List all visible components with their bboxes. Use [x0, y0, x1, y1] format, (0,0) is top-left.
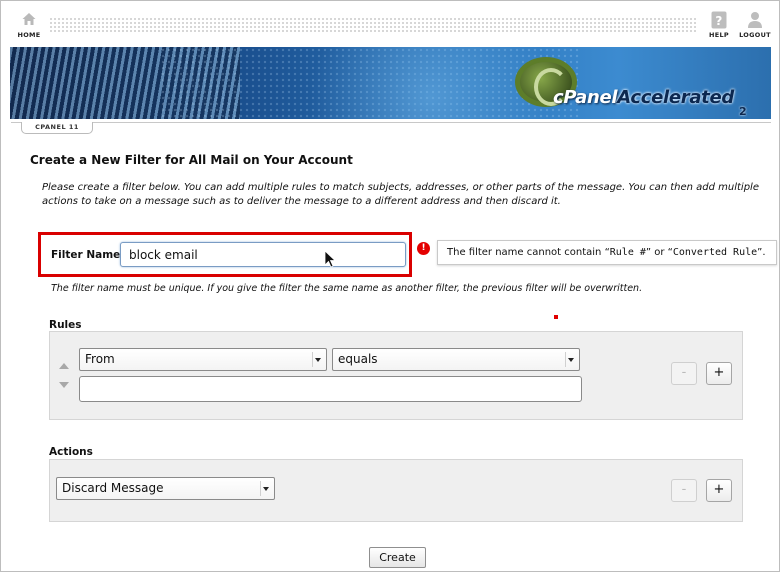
- move-rule-up-icon[interactable]: [59, 363, 69, 369]
- error-text-suffix: ”.: [757, 247, 766, 258]
- rule-operator-select[interactable]: equals: [332, 348, 580, 371]
- remove-rule-button[interactable]: -: [671, 362, 697, 385]
- rule-field-select[interactable]: From: [79, 348, 327, 371]
- add-rule-button[interactable]: +: [706, 362, 732, 385]
- logo-text-cpanel: cPanel: [553, 87, 618, 108]
- cpanel-logo-text: cPanelAccelerated: [553, 87, 734, 108]
- remove-action-button[interactable]: -: [671, 479, 697, 502]
- page-title: Create a New Filter for All Mail on Your…: [30, 153, 353, 167]
- add-action-button[interactable]: +: [706, 479, 732, 502]
- version-tab: CPANEL 11: [21, 122, 93, 134]
- rules-panel: From equals - +: [49, 331, 743, 420]
- home-nav-button[interactable]: HOME: [16, 11, 42, 39]
- help-nav-button[interactable]: ? HELP: [705, 11, 733, 39]
- filter-name-error-tooltip: The filter name cannot contain “Rule #” …: [437, 240, 777, 265]
- home-icon: [16, 11, 42, 29]
- error-text-mid: ” or “: [645, 247, 673, 258]
- filter-name-label: Filter Name:: [51, 249, 125, 261]
- error-text-prefix: The filter name cannot contain “: [447, 247, 610, 258]
- page-intro: Please create a filter below. You can ad…: [42, 182, 759, 207]
- actions-section-title: Actions: [49, 446, 93, 458]
- cpanel-page: HOME ? HELP LOGOUT cPanelAccelerated 2 C…: [0, 0, 780, 572]
- error-text-code1: Rule #: [609, 247, 646, 258]
- logout-nav-button[interactable]: LOGOUT: [738, 11, 772, 39]
- cpanel-logo: cPanelAccelerated 2: [510, 53, 770, 118]
- logout-label: LOGOUT: [739, 31, 771, 39]
- rule-operator-value: equals: [338, 352, 378, 366]
- chevron-down-icon: [260, 481, 271, 496]
- chevron-down-icon: [312, 352, 323, 367]
- help-label: HELP: [709, 31, 729, 39]
- filter-name-hint: The filter name must be unique. If you g…: [51, 283, 643, 294]
- move-rule-down-icon[interactable]: [59, 382, 69, 388]
- filter-name-highlight-box: Filter Name:: [38, 232, 412, 277]
- error-text-code2: Converted Rule: [672, 247, 758, 258]
- mouse-cursor-icon: [324, 250, 336, 268]
- rule-value-input[interactable]: [79, 376, 582, 402]
- logout-icon: [738, 11, 772, 29]
- logo-text-accelerated: Accelerated: [617, 87, 734, 108]
- rules-section-title: Rules: [49, 319, 82, 331]
- top-navigation: HOME ? HELP LOGOUT: [1, 1, 779, 45]
- svg-text:?: ?: [715, 14, 722, 28]
- action-select[interactable]: Discard Message: [56, 477, 275, 500]
- version-bar: [11, 122, 771, 136]
- create-button[interactable]: Create: [369, 547, 426, 568]
- chevron-down-icon: [565, 352, 576, 367]
- cpanel-banner: cPanelAccelerated 2: [10, 47, 771, 119]
- help-icon: ?: [705, 11, 733, 29]
- home-label: HOME: [17, 31, 41, 39]
- red-marker-dot: [554, 315, 558, 319]
- nav-dotted-divider: [49, 17, 697, 32]
- rule-field-value: From: [85, 352, 115, 366]
- filter-name-input[interactable]: [120, 242, 406, 267]
- actions-panel: Discard Message - +: [49, 459, 743, 522]
- error-icon: !: [417, 242, 430, 255]
- action-value: Discard Message: [62, 481, 164, 495]
- logo-superscript: 2: [739, 105, 747, 118]
